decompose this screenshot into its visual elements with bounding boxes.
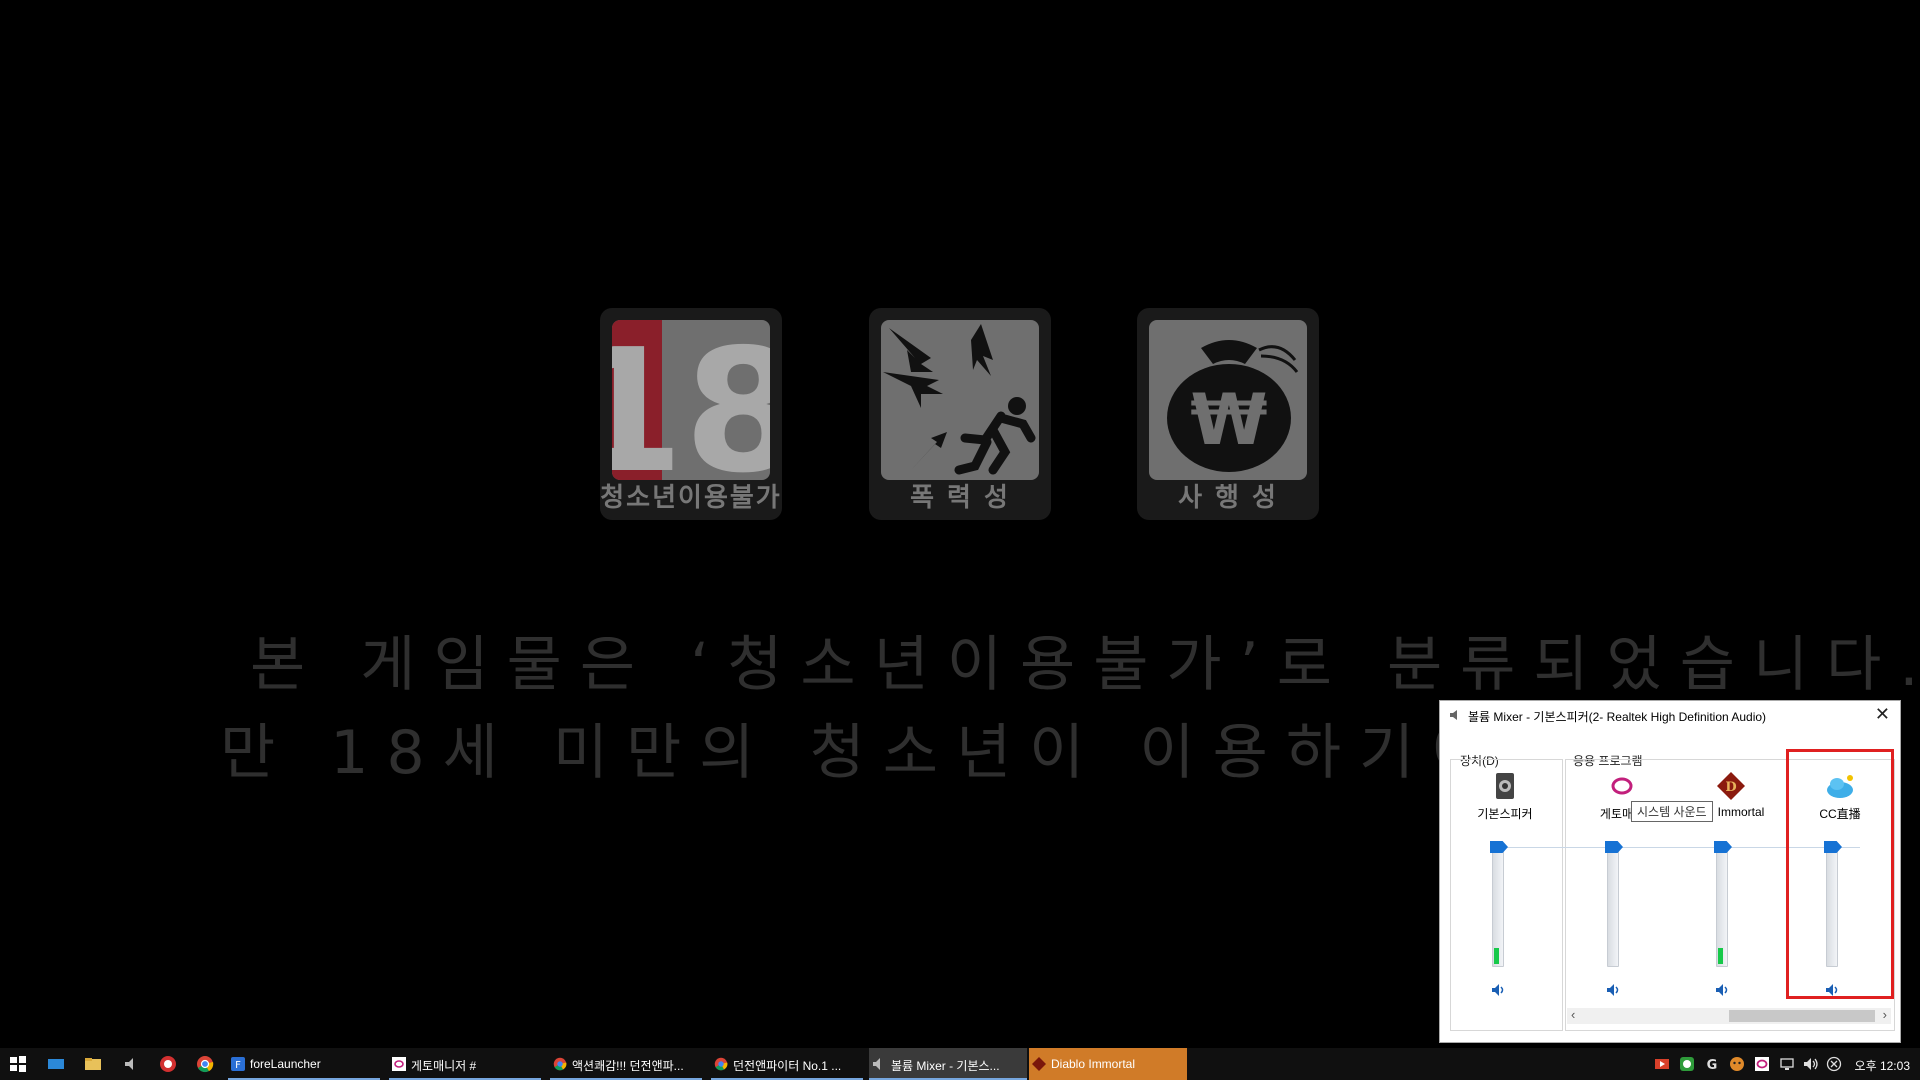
speaker-icon xyxy=(1450,710,1457,720)
mixer-column-app-1: 게토매니 xyxy=(1567,759,1677,1029)
rating-badge-violence: 폭 력 성 xyxy=(869,308,1051,520)
ring-app-icon xyxy=(392,1057,406,1071)
tray-face-app-icon[interactable] xyxy=(1729,1056,1745,1072)
age-18-icon: 18 xyxy=(612,320,770,480)
speaker-icon xyxy=(873,1058,880,1070)
speaker-device-icon xyxy=(1496,773,1514,799)
taskbar-item-label: Diablo Immortal xyxy=(1051,1057,1136,1071)
svg-text:D: D xyxy=(1725,780,1736,795)
forelauncher-icon: F xyxy=(231,1057,245,1071)
taskbar-item-label: 볼륨 Mixer - 기본스... xyxy=(891,1059,1000,1073)
won-symbol: ₩ xyxy=(1190,379,1267,461)
notification-icon[interactable] xyxy=(1826,1056,1842,1072)
window-title: 볼륨 Mixer - 기본스피커(2- Realtek High Definit… xyxy=(1468,710,1767,724)
network-icon[interactable] xyxy=(1779,1056,1795,1072)
scrollbar-thumb[interactable] xyxy=(1729,1010,1875,1022)
scroll-left-icon[interactable]: ‹ xyxy=(1571,1007,1575,1022)
money-bag-icon: ₩ xyxy=(1149,320,1307,480)
windows-start-icon[interactable] xyxy=(9,1055,27,1073)
rating-badge-adult: 18 청소년이용불가 xyxy=(600,308,782,520)
tray-green-app-icon[interactable] xyxy=(1679,1056,1695,1072)
close-icon[interactable]: ✕ xyxy=(1875,704,1890,725)
volume-icon[interactable] xyxy=(1803,1056,1819,1072)
taskbar-item-chrome-1[interactable]: 액션쾌감!!! 던전앤파... xyxy=(550,1048,702,1080)
diablo-icon: D xyxy=(1717,772,1745,800)
red-circle-app-icon[interactable] xyxy=(159,1055,177,1073)
peak-meter xyxy=(1494,948,1499,964)
highlight-box xyxy=(1786,749,1894,999)
mixer-column-app-2: D Immortal xyxy=(1676,759,1786,1029)
ring-app-icon xyxy=(1611,777,1633,795)
mute-toggle-icon[interactable] xyxy=(1605,982,1621,998)
age-18-number: 18 xyxy=(612,320,770,480)
rating-badge-gambling: ₩ 사 행 성 xyxy=(1137,308,1319,520)
column-label: 기본스피커 xyxy=(1477,807,1533,821)
rating-label-adult: 청소년이용불가 xyxy=(600,483,782,513)
rating-label-gambling: 사 행 성 xyxy=(1178,483,1278,513)
tray-g-app-icon[interactable]: G xyxy=(1704,1056,1720,1072)
volume-mixer-window: 볼륨 Mixer - 기본스피커(2- Realtek High Definit… xyxy=(1439,700,1901,1043)
tray-red-app-icon[interactable] xyxy=(1654,1056,1670,1072)
taskbar-item-label: 게토매니저 # xyxy=(411,1059,477,1073)
chrome-icon xyxy=(553,1057,567,1071)
task-view-icon[interactable] xyxy=(47,1055,65,1073)
volume-slider-track[interactable] xyxy=(1607,847,1619,967)
scroll-right-icon[interactable]: › xyxy=(1883,1007,1887,1022)
tray-ring-app-icon[interactable] xyxy=(1754,1056,1770,1072)
mute-toggle-icon[interactable] xyxy=(1714,982,1730,998)
svg-text:G: G xyxy=(1707,1058,1718,1072)
chrome-icon xyxy=(714,1057,728,1071)
svg-text:F: F xyxy=(235,1060,241,1071)
taskbar: F foreLauncher 게토매니저 # 액션쾌감!!! 던전앤파... 던… xyxy=(0,1048,1920,1080)
taskbar-item-diablo-immortal[interactable]: Diablo Immortal xyxy=(1029,1048,1187,1080)
rating-notice-line1: 본 게임물은 ‘청소년이용불가’로 분류되었습니다. xyxy=(250,630,1920,700)
file-explorer-icon[interactable] xyxy=(84,1055,102,1073)
taskbar-item-volume-mixer[interactable]: 볼륨 Mixer - 기본스... xyxy=(869,1048,1027,1080)
taskbar-clock[interactable]: 오후 12:03 xyxy=(1855,1057,1910,1074)
taskbar-item-label: 액션쾌감!!! 던전앤파... xyxy=(572,1059,684,1073)
tooltip: 시스템 사운드 xyxy=(1631,801,1713,822)
horizontal-scrollbar[interactable]: ‹ › xyxy=(1567,1007,1891,1024)
taskbar-item-forelauncher[interactable]: F foreLauncher xyxy=(228,1048,380,1080)
taskbar-item-chrome-2[interactable]: 던전앤파이터 No.1 ... xyxy=(711,1048,863,1080)
violence-icon xyxy=(881,320,1039,480)
taskbar-item-getomanager[interactable]: 게토매니저 # xyxy=(389,1048,541,1080)
mute-toggle-icon[interactable] xyxy=(1490,982,1506,998)
rating-label-violence: 폭 력 성 xyxy=(910,483,1010,513)
taskbar-item-label: foreLauncher xyxy=(250,1057,321,1071)
speaker-pinned-icon[interactable] xyxy=(122,1055,140,1073)
peak-meter xyxy=(1718,948,1723,964)
chrome-icon[interactable] xyxy=(196,1055,214,1073)
diablo-icon xyxy=(1032,1057,1046,1071)
taskbar-item-label: 던전앤파이터 No.1 ... xyxy=(733,1059,842,1073)
